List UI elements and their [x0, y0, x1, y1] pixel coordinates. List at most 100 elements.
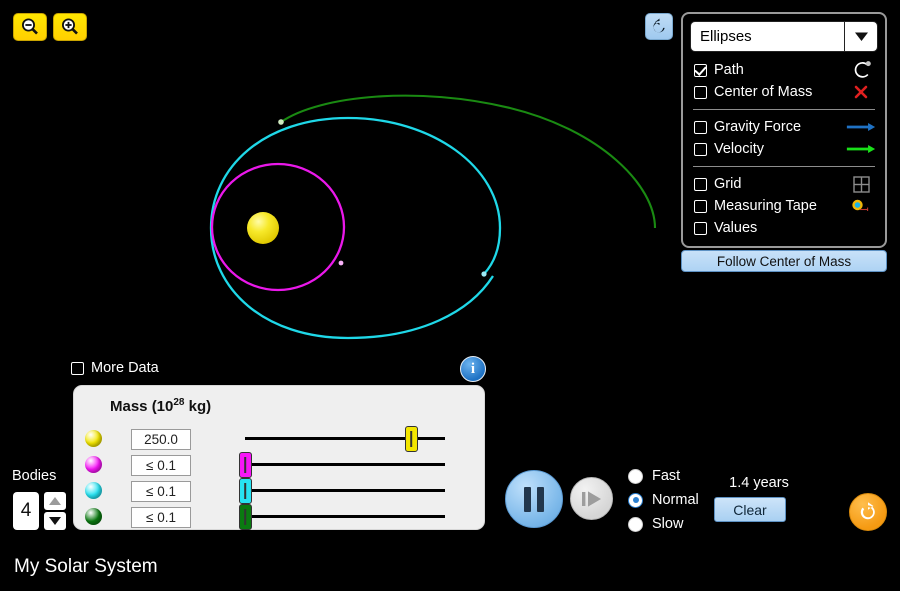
- body-color-dot[interactable]: [85, 430, 102, 447]
- checkbox-gravity-force-label: Gravity Force: [714, 119, 802, 135]
- mass-row: ≤ 0.1: [74, 478, 486, 504]
- step-forward-icon: [581, 490, 601, 507]
- caret-up-icon: [49, 497, 61, 505]
- body-color-dot[interactable]: [85, 482, 102, 499]
- checkbox-velocity-label: Velocity: [714, 141, 764, 157]
- more-data-checkbox-box[interactable]: [71, 361, 84, 375]
- values-checkbox-box[interactable]: [694, 221, 707, 235]
- zoom-out-button[interactable]: [13, 13, 47, 41]
- checkbox-center-of-mass-label: Center of Mass: [714, 84, 813, 100]
- checkbox-values-label: Values: [714, 220, 758, 236]
- checkbox-values[interactable]: Values: [690, 217, 878, 239]
- mass-row: ≤ 0.1: [74, 452, 486, 478]
- blue-arrow-icon: [846, 121, 876, 133]
- checkbox-path[interactable]: Path: [690, 59, 878, 81]
- checkbox-grid[interactable]: Grid: [690, 173, 878, 195]
- mass-title-suffix: kg): [184, 398, 212, 415]
- mass-value-field[interactable]: ≤ 0.1: [131, 506, 191, 528]
- radio-speed-slow-label: Slow: [652, 516, 684, 532]
- body-color-dot[interactable]: [85, 456, 102, 473]
- checkbox-measuring-tape-label: Measuring Tape: [714, 198, 817, 214]
- path-checkbox-box[interactable]: [694, 63, 707, 77]
- measuring-tape-checkbox-box[interactable]: [694, 199, 707, 213]
- mass-panel: Mass (1028 kg) 250.0 ≤ 0.1 ≤ 0.1 ≤ 0.1: [73, 385, 485, 530]
- checkbox-gravity-force[interactable]: Gravity Force: [690, 116, 878, 138]
- pause-button[interactable]: [505, 470, 563, 528]
- radio-dot-fast[interactable]: [628, 468, 643, 484]
- green-arrow-icon: [846, 143, 876, 155]
- restart-icon: [652, 18, 665, 33]
- radio-speed-fast[interactable]: Fast: [628, 468, 680, 484]
- mass-value-field[interactable]: ≤ 0.1: [131, 454, 191, 476]
- velocity-checkbox-box[interactable]: [694, 142, 707, 156]
- magenta-body[interactable]: [338, 260, 344, 266]
- mass-panel-title: Mass (1028 kg): [110, 397, 211, 415]
- center-of-mass-icon: [846, 84, 876, 100]
- measuring-tape-icon: [846, 198, 876, 214]
- grid-checkbox-box[interactable]: [694, 177, 707, 191]
- preset-combobox-label[interactable]: Ellipses: [690, 21, 844, 52]
- mass-slider-thumb[interactable]: [238, 452, 252, 478]
- pause-icon: [524, 486, 531, 512]
- checkbox-more-data-label: More Data: [91, 360, 159, 376]
- radio-speed-normal[interactable]: Normal: [628, 492, 699, 508]
- green-body[interactable]: [278, 119, 284, 125]
- panel-divider-2: [693, 166, 875, 167]
- cyan-body[interactable]: [481, 271, 487, 277]
- radio-dot-slow[interactable]: [628, 516, 643, 532]
- mass-title-exponent: 28: [173, 397, 185, 408]
- checkbox-path-label: Path: [714, 62, 744, 78]
- nav-title: My Solar System: [14, 556, 158, 577]
- preset-combobox[interactable]: Ellipses: [690, 21, 878, 52]
- checkbox-grid-label: Grid: [714, 176, 742, 192]
- radio-speed-slow[interactable]: Slow: [628, 516, 683, 532]
- mass-slider-track[interactable]: [245, 515, 445, 518]
- mass-row: ≤ 0.1: [74, 504, 486, 530]
- bodies-count-value: 4: [13, 492, 39, 530]
- bodies-decrement-button[interactable]: [44, 512, 66, 530]
- grid-icon: [846, 175, 876, 193]
- radio-dot-normal[interactable]: [628, 492, 643, 508]
- gravity-force-checkbox-box[interactable]: [694, 120, 707, 134]
- zoom-out-icon: [22, 18, 38, 35]
- reset-all-icon: [860, 502, 875, 520]
- step-forward-button[interactable]: [570, 477, 613, 520]
- clear-button[interactable]: Clear: [714, 497, 786, 522]
- checkbox-center-of-mass[interactable]: Center of Mass: [690, 81, 878, 103]
- orbit-path-icon: [846, 60, 876, 80]
- mass-row: 250.0: [74, 426, 486, 452]
- mass-slider-track[interactable]: [245, 489, 445, 492]
- radio-speed-fast-label: Fast: [652, 468, 681, 484]
- app-root: Ellipses Path Center of Mass Gravity For…: [0, 0, 900, 591]
- navbar: My Solar System Intro: [0, 540, 900, 591]
- info-button[interactable]: i: [460, 356, 486, 382]
- chevron-down-glyph: [854, 32, 868, 41]
- pause-icon-bar2: [537, 486, 544, 512]
- zoom-in-button[interactable]: [53, 13, 87, 41]
- zoom-in-icon: [62, 18, 78, 35]
- mass-value-field[interactable]: 250.0: [131, 428, 191, 450]
- chevron-down-icon[interactable]: [844, 21, 878, 52]
- caret-down-icon: [49, 517, 61, 525]
- radio-speed-normal-label: Normal: [652, 492, 699, 508]
- mass-title-prefix: Mass (10: [110, 398, 174, 415]
- mass-slider-track[interactable]: [245, 463, 445, 466]
- restart-button[interactable]: [645, 13, 673, 40]
- sun-body[interactable]: [247, 212, 279, 244]
- reset-all-button[interactable]: [849, 493, 887, 531]
- bodies-label: Bodies: [12, 468, 57, 484]
- bodies-increment-button[interactable]: [44, 492, 66, 510]
- panel-divider-1: [693, 109, 875, 110]
- elapsed-time-readout: 1.4 years: [729, 475, 789, 491]
- follow-center-of-mass-button[interactable]: Follow Center of Mass: [681, 250, 887, 272]
- checkbox-more-data[interactable]: More Data: [71, 360, 159, 376]
- mass-slider-thumb[interactable]: [238, 504, 252, 530]
- mass-value-field[interactable]: ≤ 0.1: [131, 480, 191, 502]
- mass-slider-thumb[interactable]: [404, 426, 418, 452]
- checkbox-velocity[interactable]: Velocity: [690, 138, 878, 160]
- control-panel: Ellipses Path Center of Mass Gravity For…: [681, 12, 887, 248]
- center-of-mass-checkbox-box[interactable]: [694, 85, 707, 99]
- checkbox-measuring-tape[interactable]: Measuring Tape: [690, 195, 878, 217]
- mass-slider-thumb[interactable]: [238, 478, 252, 504]
- body-color-dot[interactable]: [85, 508, 102, 525]
